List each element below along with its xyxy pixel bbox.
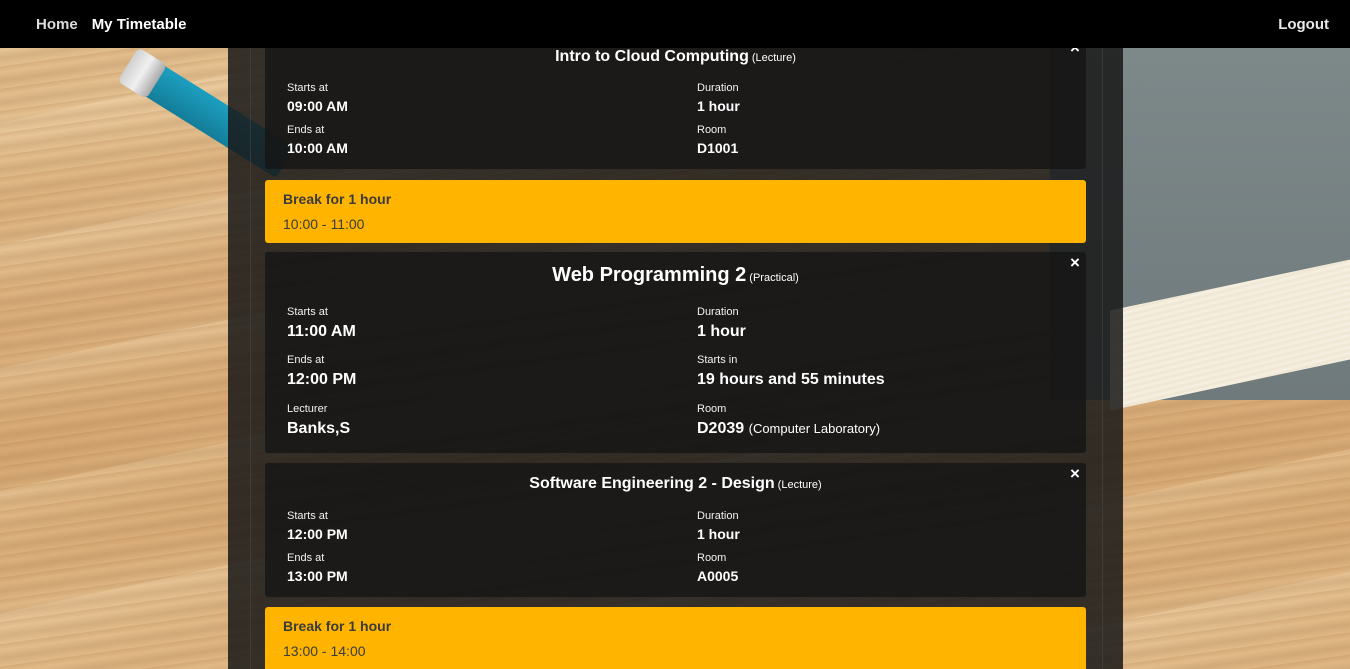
duration-value: 1 hour: [697, 323, 746, 340]
room-field: Room D2039 (Computer Laboratory): [697, 403, 880, 438]
room-field: Room D1001: [697, 124, 738, 156]
ends-label: Ends at: [287, 124, 325, 136]
room-value: D1001: [697, 140, 739, 156]
break-range: 13:00 - 14:00: [283, 643, 366, 659]
starts-value: 12:00 PM: [287, 526, 348, 542]
break-block: Break for 1 hour 10:00 - 11:00: [265, 180, 1086, 243]
duration-field: Duration 1 hour: [697, 306, 746, 341]
room-value: A0005: [697, 568, 739, 584]
duration-value: 1 hour: [697, 526, 740, 542]
starts-field: Starts at 11:00 AM: [287, 306, 356, 341]
logout-link[interactable]: Logout: [1278, 16, 1329, 33]
ends-field: Ends at 10:00 AM: [287, 124, 348, 156]
ends-field: Ends at 13:00 PM: [287, 552, 348, 584]
class-title-text: Intro to Cloud Computing: [555, 48, 749, 65]
class-type: (Lecture): [751, 52, 796, 64]
class-type: (Lecture): [777, 479, 822, 491]
starts-label: Starts at: [287, 306, 328, 318]
break-range: 10:00 - 11:00: [283, 216, 365, 232]
break-block: Break for 1 hour 13:00 - 14:00: [265, 607, 1086, 669]
duration-field: Duration 1 hour: [697, 82, 740, 114]
starts-in-label: Starts in: [697, 354, 738, 366]
starts-in-value: 19 hours and 55 minutes: [697, 371, 885, 388]
lecturer-field: Lecturer Banks,S: [287, 403, 350, 438]
lecturer-value: Banks,S: [287, 420, 351, 437]
room-value: D2039 (Computer Laboratory): [697, 420, 880, 438]
class-title: Intro to Cloud Computing (Lecture): [265, 48, 1086, 66]
nav-home-link[interactable]: Home: [36, 16, 78, 33]
class-title-text: Web Programming 2: [552, 264, 747, 286]
lecturer-label: Lecturer: [287, 403, 328, 415]
duration-label: Duration: [697, 510, 739, 522]
break-title: Break for 1 hour: [283, 618, 392, 634]
top-navbar: Home My Timetable Logout: [0, 0, 1350, 48]
nav-timetable-link[interactable]: My Timetable: [92, 16, 187, 33]
duration-label: Duration: [697, 306, 739, 318]
starts-in-field: Starts in 19 hours and 55 minutes: [697, 354, 885, 389]
ends-field: Ends at 12:00 PM: [287, 354, 356, 389]
starts-field: Starts at 09:00 AM: [287, 82, 348, 114]
starts-label: Starts at: [287, 82, 328, 94]
room-label: Room: [697, 403, 727, 415]
class-title: Software Engineering 2 - Design (Lecture): [265, 475, 1086, 493]
ends-value: 13:00 PM: [287, 568, 348, 584]
ends-label: Ends at: [287, 354, 325, 366]
duration-label: Duration: [697, 82, 739, 94]
starts-value: 09:00 AM: [287, 98, 348, 114]
ends-value: 10:00 AM: [287, 140, 348, 156]
room-label: Room: [697, 552, 727, 564]
ends-value: 12:00 PM: [287, 371, 357, 388]
room-code: D2039: [697, 420, 745, 437]
room-note: (Computer Laboratory): [748, 421, 881, 436]
class-card-webprog: Web Programming 2 (Practical) × Starts at…: [265, 252, 1086, 453]
starts-value: 11:00 AM: [287, 323, 356, 340]
class-type: (Practical): [749, 272, 799, 284]
close-icon[interactable]: ×: [1067, 253, 1083, 273]
room-label: Room: [697, 124, 727, 136]
break-title: Break for 1 hour: [283, 191, 392, 207]
room-field: Room A0005: [697, 552, 738, 584]
class-title: Web Programming 2 (Practical): [265, 264, 1086, 287]
class-card-cloud: Intro to Cloud Computing(Lecture) × Star…: [265, 38, 1086, 169]
close-icon[interactable]: ×: [1067, 464, 1083, 484]
class-title-text: Software Engineering 2 - Design: [529, 475, 775, 492]
starts-label: Starts at: [287, 510, 328, 522]
duration-value: 1 hour: [697, 98, 740, 114]
starts-field: Starts at 12:00 PM: [287, 510, 348, 542]
ends-label: Ends at: [287, 552, 325, 564]
duration-field: Duration 1 hour: [697, 510, 740, 542]
class-card-softeng: Software Engineering 2 - Design (Lecture)…: [265, 463, 1086, 597]
